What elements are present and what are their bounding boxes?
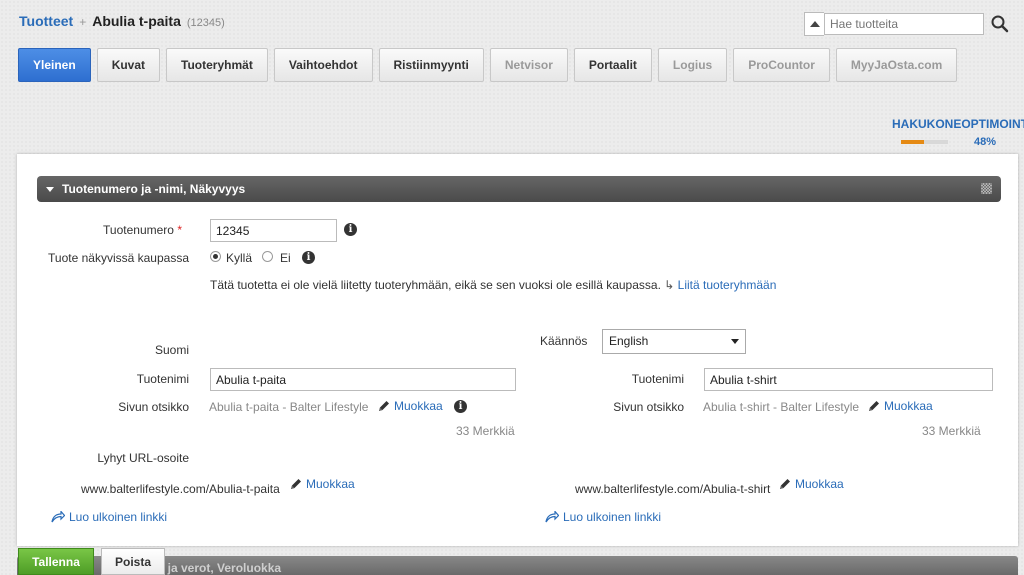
search-bar	[804, 12, 1010, 36]
tab-kuvat[interactable]: Kuvat	[96, 48, 161, 82]
page-title-value-translated: Abulia t-shirt - Balter Lifestyle	[703, 400, 860, 414]
seo-progress-fill	[901, 140, 924, 144]
page-title: Abulia t-paita	[92, 13, 181, 29]
edit-page-title-button[interactable]: Muokkaa	[377, 399, 443, 413]
save-button[interactable]: Tallenna	[18, 548, 94, 575]
next-section-header[interactable]: Hinnat ja verot, Veroluokka	[17, 556, 1018, 575]
edit-url-link-translated[interactable]: Muokkaa	[795, 477, 844, 491]
section-title: Tuotenumero ja -nimi, Näkyvyys	[62, 182, 246, 196]
external-link-icon	[545, 511, 559, 523]
pencil-icon	[780, 479, 790, 489]
edit-url-link[interactable]: Muokkaa	[306, 477, 355, 491]
info-icon[interactable]: i	[344, 223, 357, 236]
visible-yes-label: Kyllä	[226, 251, 253, 265]
group-notice-text: Tätä tuotetta ei ole vielä liitetty tuot…	[210, 278, 661, 292]
breadcrumb-separator: +	[79, 15, 87, 29]
seo-progress-bar	[901, 140, 948, 144]
product-name-label-translated: Tuotenimi	[631, 372, 684, 386]
tab-netvisor[interactable]: Netvisor	[489, 48, 568, 82]
page-title-label: Sivun otsikko	[118, 400, 189, 414]
product-id: (12345)	[186, 17, 225, 29]
breadcrumb: Tuotteet + Abulia t-paita (12345)	[19, 13, 225, 29]
create-external-link[interactable]: Luo ulkoinen linkki	[51, 510, 167, 524]
tab-tuoteryhmät[interactable]: Tuoteryhmät	[166, 48, 268, 82]
seo-label: HAKUKONEOPTIMOINTI	[892, 117, 1024, 131]
page-title-value: Abulia t-paita - Balter Lifestyle	[209, 400, 369, 414]
product-name-label: Tuotenimi	[136, 372, 189, 386]
short-url-label: Lyhyt URL-osoite	[97, 451, 189, 465]
tab-logius[interactable]: Logius	[657, 48, 728, 82]
edit-url-button[interactable]: Muokkaa	[289, 477, 355, 491]
visible-no-radio[interactable]	[262, 251, 273, 262]
create-external-link-translated[interactable]: Luo ulkoinen linkki	[545, 510, 661, 524]
seo-percent: 48%	[974, 136, 997, 148]
page-title-label-translated: Sivun otsikko	[613, 400, 684, 414]
pencil-icon	[869, 401, 879, 411]
general-panel: Tuotenumero ja -nimi, Näkyvyys Tuotenume…	[17, 154, 1018, 546]
char-count-translated: 33 Merkkiä	[922, 424, 981, 438]
tab-portaalit[interactable]: Portaalit	[573, 48, 652, 82]
product-name-input[interactable]	[210, 368, 516, 391]
search-scope-toggle[interactable]	[804, 12, 824, 36]
section-header[interactable]: Tuotenumero ja -nimi, Näkyvyys	[37, 176, 1001, 202]
pencil-icon	[379, 401, 389, 411]
info-icon[interactable]: i	[454, 400, 467, 413]
tab-yleinen[interactable]: Yleinen	[18, 48, 91, 82]
link-arrow-icon: ↳	[664, 278, 675, 292]
edit-page-title-link-translated[interactable]: Muokkaa	[884, 399, 933, 413]
tab-vaihtoehdot[interactable]: Vaihtoehdot	[273, 48, 373, 82]
search-icon[interactable]	[990, 14, 1010, 34]
product-name-input-translated[interactable]	[704, 368, 993, 391]
search-input[interactable]	[824, 13, 984, 35]
language-label-finnish: Suomi	[154, 343, 189, 357]
required-mark: *	[177, 223, 182, 237]
info-icon[interactable]: i	[302, 251, 315, 264]
visible-no-label: Ei	[280, 251, 291, 265]
delete-button[interactable]: Poista	[101, 548, 165, 575]
translation-label: Käännös	[540, 334, 588, 348]
drag-handle-icon[interactable]	[981, 183, 992, 194]
tab-bar: Yleinen Kuvat Tuoteryhmät Vaihtoehdot Ristii…	[18, 48, 958, 82]
external-link-icon	[51, 511, 65, 523]
translation-select[interactable]: English	[602, 329, 746, 354]
visible-yes-radio[interactable]	[210, 251, 221, 262]
tab-myyjaosta-com[interactable]: MyyJaOsta.com	[835, 48, 958, 82]
short-url-value-translated: www.balterlifestyle.com/Abulia-t-shirt	[575, 482, 771, 496]
product-number-label: Tuotenumero *	[57, 223, 182, 237]
seo-meter[interactable]: HAKUKONEOPTIMOINTI 48%	[892, 117, 1024, 148]
char-count: 33 Merkkiä	[456, 424, 515, 438]
create-external-link-text[interactable]: Luo ulkoinen linkki	[69, 510, 167, 524]
edit-page-title-button-translated[interactable]: Muokkaa	[867, 399, 933, 413]
pencil-icon	[291, 479, 301, 489]
attach-group-link[interactable]: Liitä tuoteryhmään	[678, 278, 777, 292]
caret-down-icon	[46, 186, 54, 192]
edit-url-button-translated[interactable]: Muokkaa	[778, 477, 844, 491]
group-notice: Tätä tuotetta ei ole vielä liitetty tuot…	[210, 278, 776, 292]
chevron-down-icon	[731, 339, 739, 344]
visible-label: Tuote näkyvissä kaupassa	[48, 251, 189, 265]
create-external-link-text-translated[interactable]: Luo ulkoinen linkki	[563, 510, 661, 524]
tab-ristiinmyynti[interactable]: Ristiinmyynti	[378, 48, 484, 82]
edit-page-title-link[interactable]: Muokkaa	[394, 399, 443, 413]
breadcrumb-products-link[interactable]: Tuotteet	[19, 13, 73, 29]
translation-select-value: English	[609, 334, 649, 348]
tab-procountor[interactable]: ProCountor	[733, 48, 830, 82]
product-number-input[interactable]	[210, 219, 337, 242]
product-number-label-text: Tuotenumero	[103, 223, 174, 237]
short-url-value: www.balterlifestyle.com/Abulia-t-paita	[81, 482, 280, 496]
caret-up-icon	[809, 21, 820, 27]
